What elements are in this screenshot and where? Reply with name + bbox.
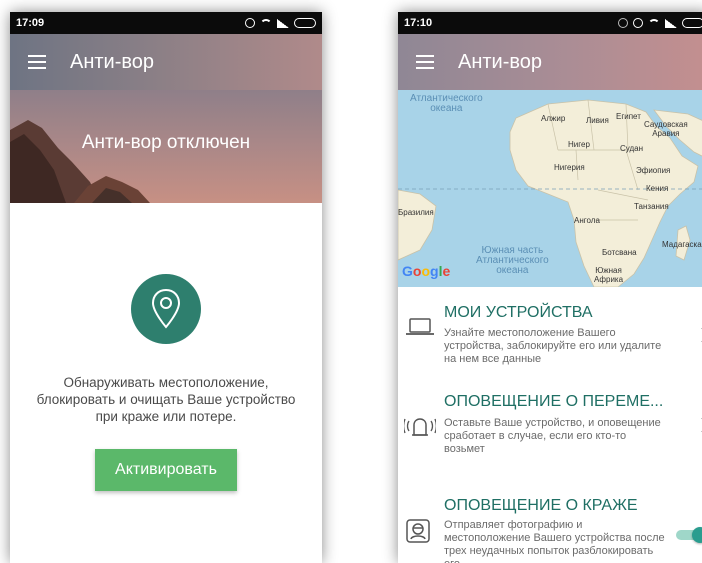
map-label-madagascar: Мадагаскар: [662, 240, 702, 249]
battery-icon: [682, 18, 702, 28]
item-title: ОПОВЕЩЕНИЕ О ПЕРЕМЕ...: [444, 393, 664, 410]
signal-icon: [277, 18, 289, 28]
item-description: Узнайте местоположение Вашего устройства…: [444, 327, 662, 365]
theft-alert-toggle[interactable]: [676, 527, 702, 543]
left-phone-screen: 17:09 Анти-вор Анти-вор отключен Обнаруж…: [10, 12, 322, 563]
item-description: Отправляет фотографию и местоположение В…: [444, 519, 665, 563]
hamburger-menu-icon[interactable]: [28, 55, 46, 69]
app-bar: Анти-вор: [10, 34, 322, 90]
map-label-ethiopia: Эфиопия: [636, 166, 671, 175]
map-label-saudi: Саудовская Аравия: [644, 120, 688, 138]
list-item-motion-alert[interactable]: ОПОВЕЩЕНИЕ О ПЕРЕМЕ... Оставьте Ваше уст…: [398, 377, 702, 467]
map-label-egypt: Египет: [616, 112, 641, 121]
description-line-2: блокировать и очищать Ваше устройство: [36, 392, 296, 407]
list-item-my-devices[interactable]: МОИ УСТРОЙСТВА Узнайте местоположение Ва…: [398, 287, 702, 377]
status-time: 17:10: [404, 17, 433, 29]
map-label-sudan: Судан: [620, 144, 644, 153]
map-label-tanzania: Танзания: [634, 202, 669, 211]
feature-description: Обнаруживать местоположение, блокировать…: [22, 374, 310, 425]
description-line-1: Обнаруживать местоположение,: [63, 375, 269, 390]
map-label-kenya: Кения: [646, 184, 669, 193]
map-label-niger: Нигер: [568, 140, 590, 149]
map-label-south-africa: Южная Африка: [594, 266, 624, 284]
device-location-map[interactable]: Атлантического океана Алжир Ливия Египет…: [398, 90, 702, 287]
wifi-icon: [260, 19, 272, 27]
hero-status-text: Анти-вор отключен: [81, 132, 251, 153]
alarm-clock-icon: [245, 18, 255, 28]
alarm-clock-icon: [633, 18, 643, 28]
location-pin-icon: [131, 274, 201, 344]
screenshot-stage: 17:09 Анти-вор Анти-вор отключен Обнаруж…: [0, 0, 702, 563]
map-label-nigeria: Нигерия: [554, 163, 585, 172]
map-label-south-atlantic: Южная часть Атлантического океана: [476, 245, 549, 276]
status-icons: [618, 18, 702, 28]
status-time: 17:09: [16, 17, 45, 29]
map-label-angola: Ангола: [574, 216, 600, 225]
do-not-disturb-icon: [618, 18, 628, 28]
app-title: Анти-вор: [458, 50, 543, 73]
status-bar: 17:09: [10, 12, 322, 34]
map-label-atlantic-north: Атлантического океана: [410, 93, 483, 114]
map-label-libya: Ливия: [586, 116, 609, 125]
wifi-icon: [648, 19, 660, 27]
google-logo: Google: [402, 263, 451, 279]
app-title: Анти-вор: [70, 50, 155, 73]
item-description: Оставьте Ваше устройство, и оповещение с…: [444, 417, 661, 455]
map-label-botswana: Ботсвана: [602, 248, 637, 257]
signal-icon: [665, 18, 677, 28]
battery-icon: [294, 18, 316, 28]
map-label-brazil: Бразилия: [398, 208, 434, 217]
hero-banner: Анти-вор отключен: [10, 90, 322, 203]
laptop-icon: [404, 317, 436, 349]
status-bar: 17:10: [398, 12, 702, 34]
description-line-3: при краже или потере.: [95, 409, 237, 424]
map-label-algeria: Алжир: [541, 114, 566, 123]
list-item-theft-alert[interactable]: ОПОВЕЩЕНИЕ О КРАЖЕ Отправляет фотографию…: [398, 467, 702, 563]
thief-photo-icon: [404, 517, 436, 549]
app-bar: Анти-вор: [398, 34, 702, 90]
toggle-knob: [692, 527, 702, 543]
right-phone-screen: 17:10 Анти-вор Атлантического океана Алж…: [398, 12, 702, 563]
activate-button[interactable]: Активировать: [95, 449, 237, 491]
item-title: МОИ УСТРОЙСТВА: [444, 304, 593, 321]
hamburger-menu-icon[interactable]: [416, 55, 434, 69]
item-title: ОПОВЕЩЕНИЕ О КРАЖЕ: [444, 497, 638, 514]
status-icons: [245, 18, 316, 28]
alarm-siren-icon: [402, 413, 438, 445]
